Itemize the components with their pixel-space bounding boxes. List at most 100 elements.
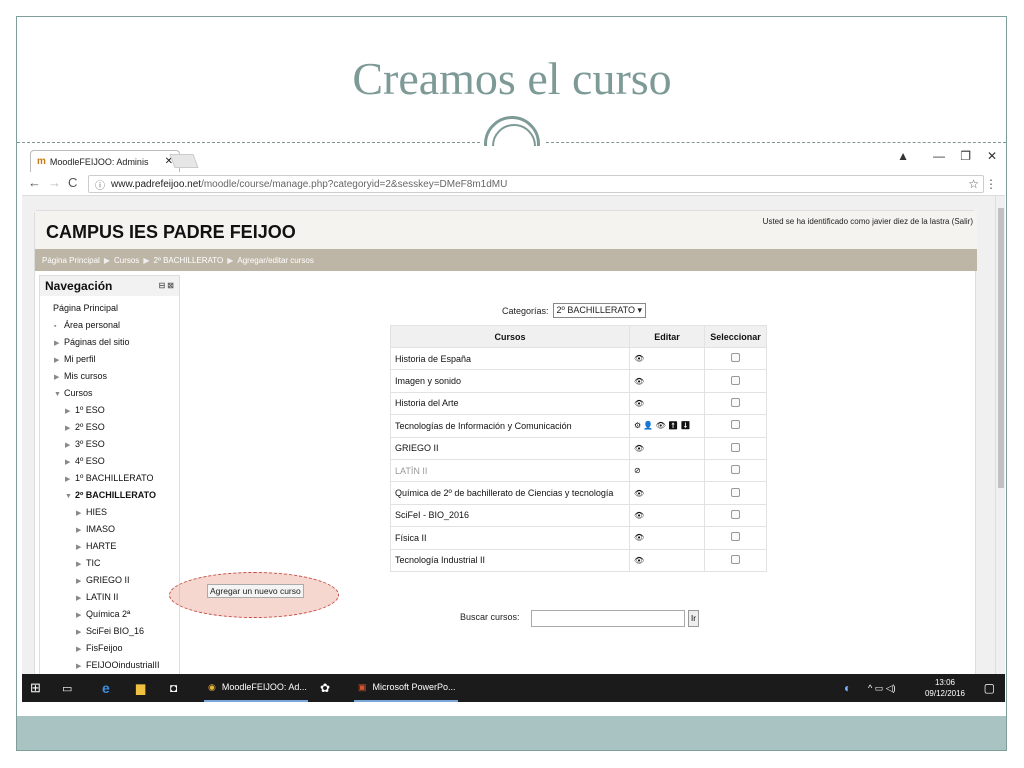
edit-actions-icon[interactable]: 👁 xyxy=(629,369,705,393)
file-explorer-icon[interactable]: ▆ xyxy=(136,674,145,702)
add-course-button[interactable]: Agregar un nuevo curso xyxy=(207,584,304,598)
nav-item[interactable]: ▶ FEIJOOindustrialII xyxy=(40,657,179,674)
course-name[interactable]: Tecnologías de Información y Comunicació… xyxy=(390,414,630,438)
slide-bottom-band xyxy=(17,716,1006,750)
minimize-icon[interactable]: — xyxy=(933,149,945,163)
course-name[interactable]: Historia de España xyxy=(390,346,630,371)
system-tray-icons[interactable]: ^ ▭ ◁) xyxy=(868,674,896,702)
collapsed-arrow-icon: ▶ xyxy=(65,459,71,466)
nav-item[interactable]: ▶ GRIEGO II xyxy=(40,572,179,589)
nav-item[interactable]: ▶ HARTE xyxy=(40,538,179,555)
action-center-icon[interactable]: ▢ xyxy=(984,674,995,702)
course-name[interactable]: GRIEGO II xyxy=(390,436,630,460)
url-field[interactable]: ⓘ www.padrefeijoo.net/moodle/course/mana… xyxy=(88,175,984,193)
select-checkbox[interactable] xyxy=(731,465,740,475)
scroll-thumb[interactable] xyxy=(998,208,1004,488)
menu-dots-icon[interactable]: ⋮ xyxy=(985,177,997,191)
taskbar-app-powerpoint[interactable]: ▣ Microsoft PowerPo... xyxy=(354,674,458,702)
nav-item[interactable]: ▶ FisFeijoo xyxy=(40,640,179,657)
nav-item[interactable]: ▶ Páginas del sitio xyxy=(40,334,179,351)
nav-item[interactable]: ▶ 1º BACHILLERATO xyxy=(40,470,179,487)
edit-actions-icon[interactable]: 👁 xyxy=(629,503,705,528)
windows-start-icon[interactable]: ⊞ xyxy=(30,674,41,702)
forward-arrow-icon[interactable]: → xyxy=(48,175,61,190)
login-info[interactable]: Usted se ha identificado como javier die… xyxy=(763,217,973,226)
course-name[interactable]: LATÍN II xyxy=(390,458,630,483)
nav-item[interactable]: ▪ Área personal xyxy=(40,317,179,334)
nav-item[interactable]: ▼ 2º BACHILLERATO xyxy=(40,487,179,504)
nav-item[interactable]: ▶ 4º ESO xyxy=(40,453,179,470)
task-view-icon[interactable]: ▭ xyxy=(62,674,72,702)
reload-icon[interactable]: C xyxy=(68,175,77,190)
select-checkbox[interactable] xyxy=(731,420,740,430)
course-name[interactable]: Imagen y sonido xyxy=(390,369,630,393)
edit-actions-icon[interactable]: ⊘ xyxy=(629,458,705,483)
nav-item[interactable]: ▶ Mis cursos xyxy=(40,368,179,385)
course-name[interactable]: Tecnología Industrial II xyxy=(390,548,630,572)
select-checkbox[interactable] xyxy=(731,554,740,564)
site-title[interactable]: CAMPUS IES PADRE FEIJOO xyxy=(46,222,296,243)
nav-item[interactable]: Página Principal xyxy=(40,300,179,317)
nav-item[interactable]: ▶ Mi perfil xyxy=(40,351,179,368)
course-name[interactable]: Historia del Arte xyxy=(390,391,630,416)
close-window-icon[interactable]: ✕ xyxy=(987,149,997,163)
nav-item-label: Área personal xyxy=(64,320,121,330)
search-courses-input[interactable] xyxy=(531,610,685,627)
nav-item[interactable]: ▶ HIES xyxy=(40,504,179,521)
select-checkbox[interactable] xyxy=(731,509,740,519)
bookmark-star-icon[interactable]: ☆ xyxy=(968,177,979,191)
course-name[interactable]: Química de 2º de bachillerato de Ciencia… xyxy=(390,481,630,505)
powerpoint-icon: ▣ xyxy=(358,681,367,692)
notification-app-icon[interactable]: ◐ xyxy=(844,674,851,702)
select-cell xyxy=(704,458,767,483)
nav-item[interactable]: ▶ LATIN II xyxy=(40,589,179,606)
edit-actions-icon[interactable]: 👁 xyxy=(629,526,705,550)
course-name[interactable]: SciFeI - BIO_2016 xyxy=(390,503,630,528)
user-icon[interactable]: ▲ xyxy=(897,149,909,163)
page-scrollbar[interactable] xyxy=(995,196,1005,674)
nav-item[interactable]: ▼ Cursos xyxy=(40,385,179,402)
nav-item[interactable]: ▶ TIC xyxy=(40,555,179,572)
nav-item[interactable]: ▶ Química 2ª xyxy=(40,606,179,623)
select-cell xyxy=(704,481,767,505)
nav-item[interactable]: ▶ IMASO xyxy=(40,521,179,538)
search-go-button[interactable]: Ir xyxy=(688,610,699,627)
info-icon[interactable]: ⓘ xyxy=(95,177,105,192)
browser-tab[interactable]: m MoodleFEIJOO: Adminis ✕ xyxy=(30,150,180,172)
edge-browser-icon[interactable]: e xyxy=(102,674,110,702)
nav-item[interactable]: ▶ 2º ESO xyxy=(40,419,179,436)
browser-tab-title: MoodleFEIJOO: Adminis xyxy=(49,156,149,167)
categories-select[interactable]: 2º BACHILLERATO ▾ xyxy=(552,303,647,318)
select-checkbox[interactable] xyxy=(731,442,740,452)
nav-item[interactable]: ▶ 3º ESO xyxy=(40,436,179,453)
select-checkbox[interactable] xyxy=(731,353,740,363)
table-row: Física II 👁 xyxy=(390,526,767,550)
edit-actions-icon[interactable]: 👁 xyxy=(629,481,705,505)
edit-actions-icon[interactable]: 👁 xyxy=(629,391,705,416)
store-icon[interactable]: ◘ xyxy=(170,674,177,702)
edit-actions-icon[interactable]: 👁 xyxy=(629,436,705,460)
select-cell xyxy=(704,503,767,528)
block-controls-icon[interactable]: ⊟⊠ xyxy=(159,281,176,290)
breadcrumb-item[interactable]: Agregar/editar cursos xyxy=(237,256,313,265)
breadcrumb-item[interactable]: Página Principal xyxy=(42,256,100,265)
course-name[interactable]: Física II xyxy=(390,526,630,550)
back-arrow-icon[interactable]: ← xyxy=(28,175,41,190)
select-checkbox[interactable] xyxy=(731,375,740,385)
nav-item[interactable]: ▶ 1º ESO xyxy=(40,402,179,419)
select-checkbox[interactable] xyxy=(731,487,740,497)
edit-actions-icon[interactable]: 👁 xyxy=(629,346,705,371)
edit-actions-icon[interactable]: ⚙ 👤 👁 ⬆ ⬇ xyxy=(629,414,705,438)
nav-item[interactable]: ▶ SciFei BIO_16 xyxy=(40,623,179,640)
select-checkbox[interactable] xyxy=(731,532,740,542)
breadcrumb-item[interactable]: 2º BACHILLERATO xyxy=(153,256,223,265)
taskbar-app-chrome[interactable]: ◉ MoodleFEIJOO: Ad... xyxy=(204,674,308,702)
nav-item-label: 3º ESO xyxy=(75,439,105,449)
select-checkbox[interactable] xyxy=(731,397,740,407)
taskbar-clock[interactable]: 13:06 09/12/2016 xyxy=(925,677,965,699)
app-icon[interactable]: ✿ xyxy=(320,674,330,702)
breadcrumb-item[interactable]: Cursos xyxy=(114,256,139,265)
new-tab-button[interactable] xyxy=(169,154,199,168)
restore-icon[interactable]: ❐ xyxy=(960,149,971,163)
edit-actions-icon[interactable]: 👁 xyxy=(629,548,705,572)
